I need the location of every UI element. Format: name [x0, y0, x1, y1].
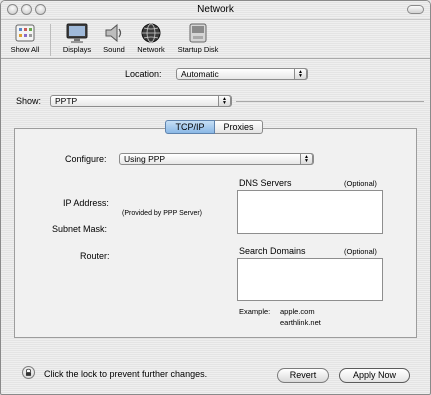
- toolbar-displays[interactable]: Displays: [59, 22, 95, 54]
- example-apple: apple.com: [280, 307, 315, 316]
- router-label: Router:: [80, 251, 110, 261]
- ip-address-value: (Provided by PPP Server): [122, 210, 203, 217]
- location-value: Automatic: [181, 69, 219, 79]
- dns-servers-field[interactable]: [237, 190, 383, 234]
- displays-icon: [66, 23, 88, 43]
- revert-button[interactable]: Revert: [277, 368, 329, 383]
- location-popup[interactable]: Automatic ▲ ▼: [176, 68, 308, 80]
- location-label: Location:: [125, 69, 162, 79]
- apply-now-button[interactable]: Apply Now: [339, 368, 410, 383]
- network-icon: [141, 23, 161, 43]
- tab-proxies[interactable]: Proxies: [215, 120, 263, 134]
- popup-arrows-icon: ▲ ▼: [218, 95, 231, 107]
- subnet-mask-label: Subnet Mask:: [52, 224, 108, 234]
- configure-value: Using PPP: [124, 154, 166, 164]
- lock-button[interactable]: [22, 366, 35, 379]
- divider: [236, 101, 424, 102]
- popup-arrows-icon: ▲ ▼: [294, 68, 307, 80]
- show-label: Show:: [16, 96, 42, 106]
- lock-icon: [25, 368, 32, 376]
- title-bar: Network: [1, 1, 430, 20]
- window-title: Network: [197, 4, 234, 15]
- configure-label: Configure:: [65, 154, 107, 164]
- example-label: Example:: [239, 307, 271, 316]
- popup-arrows-icon: ▲ ▼: [300, 153, 313, 165]
- show-popup[interactable]: PPTP ▲ ▼: [50, 95, 232, 107]
- show-value: PPTP: [55, 96, 78, 106]
- toolbar-startup-disk[interactable]: Startup Disk: [173, 22, 223, 54]
- dns-servers-label: DNS Servers: [239, 178, 292, 188]
- tab-tcpip[interactable]: TCP/IP: [165, 120, 215, 134]
- toolbar: Show All Displays Sound Network Startup …: [1, 20, 430, 59]
- example-earthlink: earthlink.net: [280, 318, 321, 327]
- dns-optional-label: (Optional): [344, 179, 377, 188]
- toolbar-separator: [50, 24, 51, 56]
- network-preferences-window: Network Show All Displays Sound Network …: [0, 0, 431, 395]
- startup-disk-icon: [189, 23, 207, 43]
- show-all-icon: [15, 24, 35, 42]
- search-domains-label: Search Domains: [239, 246, 306, 256]
- search-domains-optional-label: (Optional): [344, 247, 377, 256]
- lock-message: Click the lock to prevent further change…: [44, 369, 208, 379]
- toolbar-show-all[interactable]: Show All: [4, 22, 46, 54]
- toolbar-network[interactable]: Network: [132, 22, 170, 54]
- configure-popup[interactable]: Using PPP ▲ ▼: [119, 153, 314, 165]
- toolbar-sound[interactable]: Sound: [99, 22, 129, 54]
- toolbar-toggle-button[interactable]: [407, 5, 424, 14]
- ip-address-label: IP Address:: [63, 198, 109, 208]
- search-domains-field[interactable]: [237, 258, 383, 301]
- sound-icon: [105, 23, 122, 43]
